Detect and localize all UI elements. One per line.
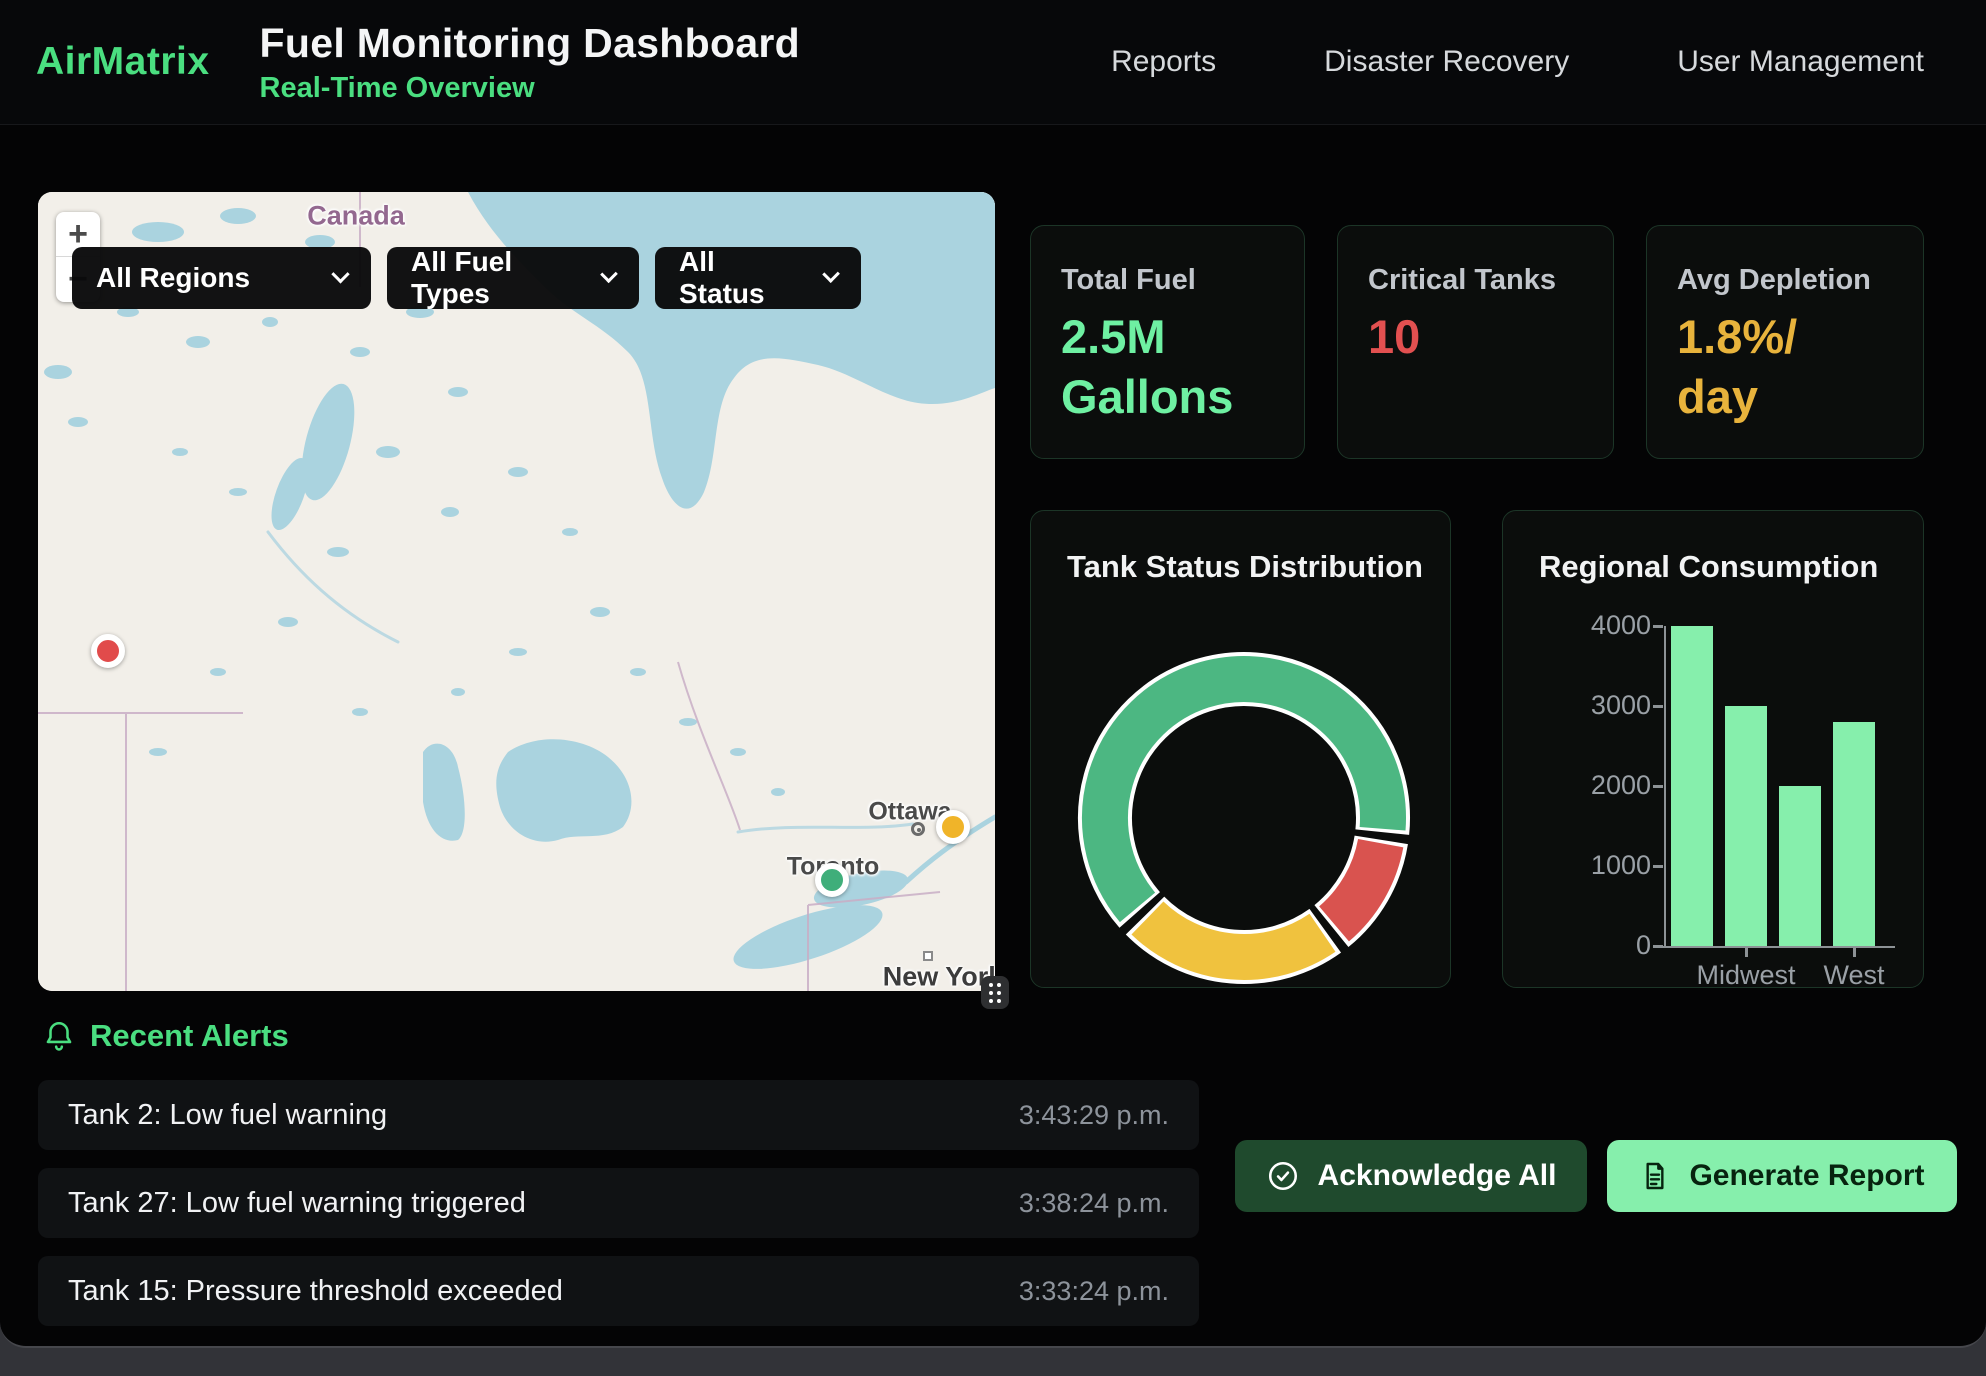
- tank-status-donut-chart: [1031, 511, 1451, 988]
- stat-label: Avg Depletion: [1677, 264, 1893, 297]
- brand-logo: AirMatrix: [36, 40, 210, 84]
- region-filter-dropdown[interactable]: All Regions: [72, 247, 371, 309]
- y-tick-label: 3000: [1555, 690, 1651, 721]
- y-tick-mark: [1653, 945, 1663, 948]
- nav-user-management[interactable]: User Management: [1677, 45, 1924, 79]
- chevron-down-icon: [822, 265, 840, 283]
- y-tick-mark: [1653, 705, 1663, 708]
- y-tick-label: 4000: [1555, 610, 1651, 641]
- alert-text: Tank 15: Pressure threshold exceeded: [68, 1275, 563, 1308]
- y-tick-label: 2000: [1555, 770, 1651, 801]
- alert-text: Tank 27: Low fuel warning triggered: [68, 1187, 526, 1220]
- stat-value-critical-tanks: 10: [1368, 307, 1583, 367]
- x-tick-label: West: [1774, 960, 1924, 988]
- page-subtitle: Real-Time Overview: [260, 72, 800, 105]
- nav-reports[interactable]: Reports: [1111, 45, 1216, 79]
- alert-timestamp: 3:38:24 p.m.: [1019, 1188, 1169, 1219]
- app-header: AirMatrix Fuel Monitoring Dashboard Real…: [0, 0, 1986, 125]
- consumption-bar: [1671, 626, 1713, 946]
- y-tick-mark: [1653, 625, 1663, 628]
- check-circle-icon: [1266, 1159, 1300, 1193]
- chevron-down-icon: [331, 265, 349, 283]
- tank-marker-warning[interactable]: [936, 810, 970, 844]
- stat-card-critical-tanks: Critical Tanks 10: [1337, 225, 1614, 459]
- page-title-block: Fuel Monitoring Dashboard Real-Time Over…: [260, 20, 800, 105]
- y-tick-mark: [1653, 865, 1663, 868]
- x-axis: [1661, 946, 1895, 948]
- map-label-canada: Canada: [307, 201, 405, 232]
- consumption-bar: [1779, 786, 1821, 946]
- stat-value-total-fuel: 2.5MGallons: [1061, 307, 1274, 426]
- tank-marker-critical[interactable]: [91, 634, 125, 668]
- ottawa-town-symbol: [911, 822, 925, 836]
- x-tick-mark: [1745, 948, 1748, 957]
- regional-consumption-card: Regional Consumption 01000200030004000Mi…: [1502, 510, 1924, 988]
- acknowledge-all-button[interactable]: Acknowledge All: [1235, 1140, 1587, 1212]
- recent-alerts-title: Recent Alerts: [90, 1018, 289, 1054]
- map-resize-handle[interactable]: [981, 976, 1009, 1009]
- alert-row[interactable]: Tank 2: Low fuel warning 3:43:29 p.m.: [38, 1080, 1199, 1150]
- stat-value-avg-depletion: 1.8%/day: [1677, 307, 1893, 426]
- fuel-type-filter-value: All Fuel Types: [411, 246, 579, 310]
- map-label-newyork: New York: [883, 962, 995, 992]
- stat-label: Critical Tanks: [1368, 264, 1583, 297]
- nav-disaster-recovery[interactable]: Disaster Recovery: [1324, 45, 1569, 79]
- main-nav: Reports Disaster Recovery User Managemen…: [1111, 45, 1924, 79]
- recent-alerts-header: Recent Alerts: [42, 1018, 289, 1054]
- y-tick-label: 0: [1555, 930, 1651, 961]
- y-tick-label: 1000: [1555, 850, 1651, 881]
- tank-marker-normal[interactable]: [815, 863, 849, 897]
- generate-report-label: Generate Report: [1689, 1159, 1924, 1193]
- alert-text: Tank 2: Low fuel warning: [68, 1099, 387, 1132]
- y-axis: [1664, 626, 1666, 946]
- tank-status-card: Tank Status Distribution: [1030, 510, 1451, 988]
- x-tick-mark: [1853, 948, 1856, 957]
- map-filter-bar: All Regions All Fuel Types All Status: [72, 247, 861, 309]
- stat-card-avg-depletion: Avg Depletion 1.8%/day: [1646, 225, 1924, 459]
- fuel-map[interactable]: + − All Regions All Fuel Types All Statu…: [38, 192, 995, 991]
- chevron-down-icon: [600, 265, 618, 283]
- alert-timestamp: 3:43:29 p.m.: [1019, 1100, 1169, 1131]
- consumption-bar: [1725, 706, 1767, 946]
- fuel-type-filter-dropdown[interactable]: All Fuel Types: [387, 247, 639, 309]
- alert-timestamp: 3:33:24 p.m.: [1019, 1276, 1169, 1307]
- generate-report-button[interactable]: Generate Report: [1607, 1140, 1957, 1212]
- status-filter-dropdown[interactable]: All Status: [655, 247, 861, 309]
- region-filter-value: All Regions: [96, 262, 250, 294]
- document-icon: [1639, 1160, 1671, 1192]
- bell-icon: [42, 1019, 76, 1053]
- alert-row[interactable]: Tank 15: Pressure threshold exceeded 3:3…: [38, 1256, 1199, 1326]
- y-tick-mark: [1653, 785, 1663, 788]
- newyork-city-symbol: [923, 951, 933, 961]
- alert-row[interactable]: Tank 27: Low fuel warning triggered 3:38…: [38, 1168, 1199, 1238]
- stat-card-total-fuel: Total Fuel 2.5MGallons: [1030, 225, 1305, 459]
- page-title: Fuel Monitoring Dashboard: [260, 20, 800, 67]
- status-filter-value: All Status: [679, 246, 801, 310]
- acknowledge-all-label: Acknowledge All: [1318, 1159, 1557, 1193]
- stat-label: Total Fuel: [1061, 264, 1274, 297]
- regional-consumption-bar-chart: 01000200030004000MidwestWest: [1503, 511, 1923, 987]
- dashboard-window: AirMatrix Fuel Monitoring Dashboard Real…: [0, 0, 1986, 1348]
- consumption-bar: [1833, 722, 1875, 946]
